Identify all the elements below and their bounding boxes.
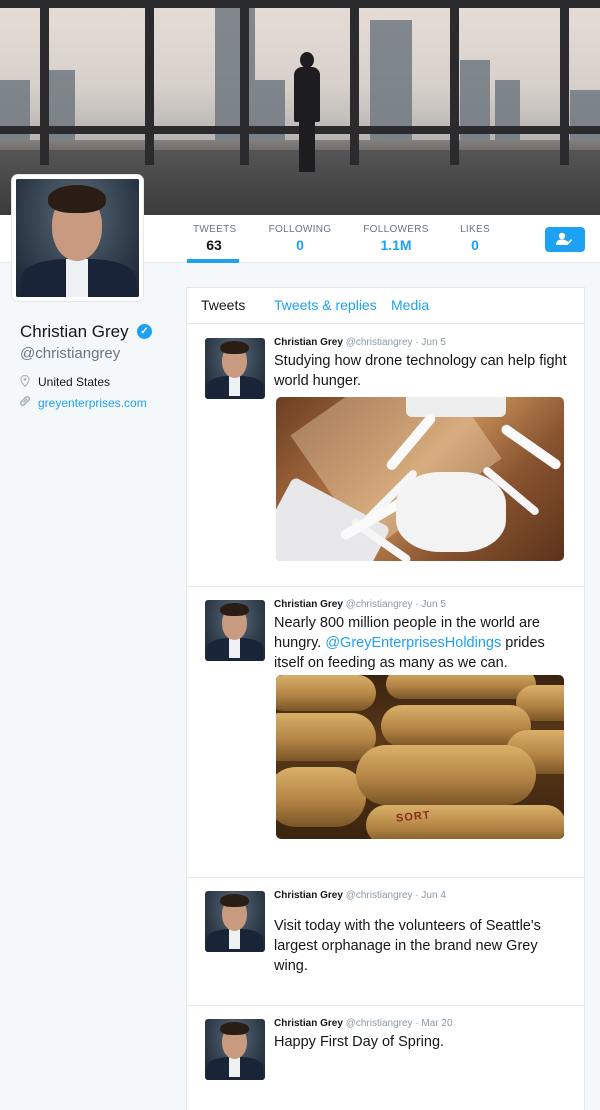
tweet-author-handle[interactable]: @christiangrey (346, 337, 413, 348)
grain-sacks-photo[interactable]: SORT (276, 675, 564, 839)
profile-handle: @christiangrey (20, 345, 121, 362)
tweet-header: Christian Grey @christiangrey · Jun 5 (274, 599, 446, 610)
profile-avatar[interactable] (12, 175, 143, 301)
banner-building (370, 20, 412, 140)
tweet-avatar[interactable] (205, 338, 265, 399)
location-icon (20, 375, 30, 387)
tweet-author-name[interactable]: Christian Grey (274, 1018, 343, 1029)
profile-name: Christian Grey (20, 322, 129, 341)
tweet-text: Nearly 800 million people in the world a… (274, 613, 574, 673)
stat-following[interactable]: FOLLOWING 0 (268, 224, 332, 253)
tweet-avatar[interactable] (205, 600, 265, 661)
tweet-date[interactable]: · Jun 5 (415, 599, 446, 610)
stat-tweets[interactable]: TWEETS 63 (193, 224, 237, 253)
tweet-header: Christian Grey @christiangrey · Mar 20 (274, 1018, 453, 1029)
tweet-date[interactable]: · Mar 20 (415, 1018, 452, 1029)
banner-window-frame (450, 0, 459, 165)
tweet-mention-link[interactable]: @GreyEnterprisesHoldings (325, 635, 501, 651)
active-stat-indicator (187, 259, 239, 263)
tweet-avatar[interactable] (205, 891, 265, 952)
tweet[interactable]: Christian Grey @christiangrey · Mar 20 H… (187, 1006, 584, 1110)
stat-followers[interactable]: FOLLOWERS 1.1M (363, 224, 429, 253)
tweet[interactable]: Christian Grey @christiangrey · Jun 5 Ne… (187, 587, 584, 878)
stat-value: 63 (206, 237, 222, 253)
tweet-author-name[interactable]: Christian Grey (274, 890, 343, 901)
stat-value: 0 (296, 237, 304, 253)
stat-likes[interactable]: LIKES 0 (458, 224, 492, 253)
tab-tweets[interactable]: Tweets (201, 297, 245, 313)
tweet-text: Studying how drone technology can help f… (274, 353, 567, 389)
banner-window-frame (560, 0, 569, 165)
tab-tweets-replies[interactable]: Tweets & replies (274, 297, 377, 313)
stat-value: 0 (471, 237, 479, 253)
banner-window-frame (145, 0, 154, 165)
tweet-header: Christian Grey @christiangrey · Jun 4 (274, 890, 446, 901)
banner-window-frame (0, 0, 600, 8)
add-user-icon (556, 232, 572, 245)
follow-button[interactable] (545, 227, 585, 252)
link-icon (19, 395, 31, 407)
stat-label: LIKES (460, 224, 490, 235)
tab-media[interactable]: Media (391, 297, 429, 313)
tweet-author-name[interactable]: Christian Grey (274, 599, 343, 610)
stat-label: FOLLOWERS (363, 224, 429, 235)
tweet-text: Visit today with the volunteers of Seatt… (274, 918, 541, 974)
verified-badge-icon: ✓ (137, 324, 152, 339)
banner-window-frame (240, 0, 249, 165)
tweet-author-handle[interactable]: @christiangrey (346, 1018, 413, 1029)
stat-value: 1.1M (380, 237, 412, 253)
tweet[interactable]: Christian Grey @christiangrey · Jun 4 Vi… (187, 878, 584, 1006)
banner-silhouette (292, 52, 322, 172)
tweet[interactable]: Christian Grey @christiangrey · Jun 5 St… (187, 325, 584, 587)
stat-label: TWEETS (193, 224, 237, 235)
drone-photo[interactable] (276, 397, 564, 561)
tweet-author-handle[interactable]: @christiangrey (346, 599, 413, 610)
profile-location: United States (38, 375, 111, 389)
tweet-text: Happy First Day of Spring. (274, 1034, 445, 1050)
timeline-tabs: Tweets Tweets & replies Media (187, 288, 584, 324)
tweet-date[interactable]: · Jun 4 (415, 890, 446, 901)
tweet-author-name[interactable]: Christian Grey (274, 337, 343, 348)
banner-building (215, 0, 255, 140)
tweet-date[interactable]: · Jun 5 (415, 337, 446, 348)
banner-window-frame (350, 0, 359, 165)
tweet-author-handle[interactable]: @christiangrey (346, 890, 413, 901)
banner-window-frame (40, 0, 49, 165)
stat-label: FOLLOWING (268, 224, 332, 235)
profile-website-link[interactable]: greyenterprises.com (38, 396, 147, 410)
tweet-avatar[interactable] (205, 1019, 265, 1080)
timeline: Tweets Tweets & replies Media Christian … (186, 287, 585, 1110)
tweet-header: Christian Grey @christiangrey · Jun 5 (274, 337, 446, 348)
